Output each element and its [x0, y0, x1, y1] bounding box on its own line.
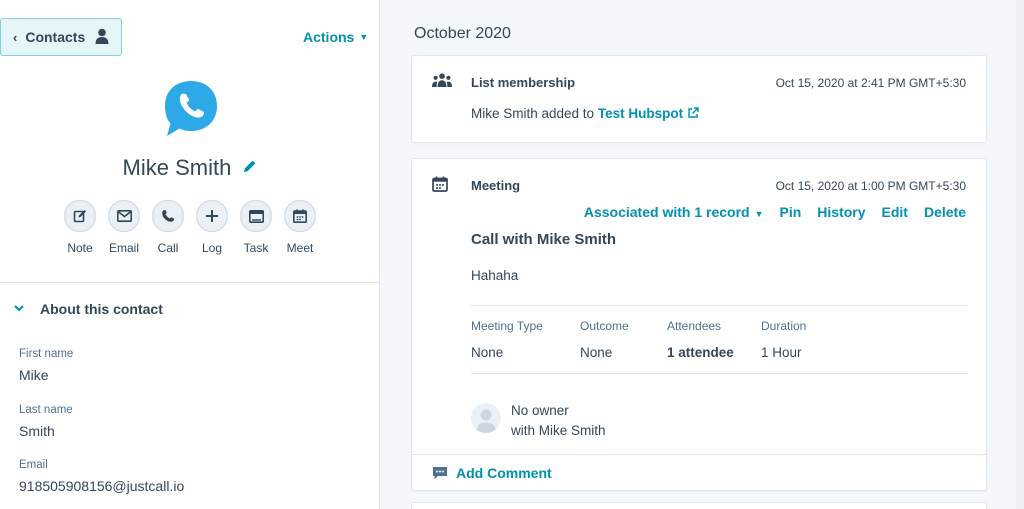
call-label: Call	[157, 241, 179, 255]
task-button[interactable]: Task	[234, 200, 278, 255]
history-button[interactable]: History	[817, 204, 865, 220]
meeting-title: Meeting	[471, 178, 521, 193]
chevron-left-icon: ‹	[13, 29, 18, 45]
task-label: Task	[243, 241, 269, 255]
email-icon	[108, 200, 140, 232]
list-membership-card: List membership Oct 15, 2020 at 2:41 PM …	[411, 55, 987, 143]
meeting-type-value[interactable]: None	[471, 345, 543, 360]
meet-label: Meet	[286, 241, 314, 255]
contact-name-heading: Mike Smith	[0, 153, 380, 181]
caret-down-icon: ▼	[754, 209, 764, 219]
attendees-column: Attendees 1 attendee	[667, 319, 734, 360]
log-button[interactable]: Log	[190, 200, 234, 255]
call-icon	[152, 200, 184, 232]
contact-name: Mike Smith	[122, 155, 232, 180]
duration-header: Duration	[761, 319, 807, 333]
call-button[interactable]: Call	[146, 200, 190, 255]
meeting-actions-row: Associated with 1 record ▼ Pin History Ed…	[584, 204, 966, 220]
section-divider	[0, 282, 380, 283]
duration-value[interactable]: 1 Hour	[761, 345, 806, 360]
email-field[interactable]: Email 918505908156@justcall.io	[19, 459, 184, 494]
phone-bubble-icon	[165, 81, 217, 136]
associated-records-dropdown[interactable]: Associated with 1 record ▼	[584, 204, 764, 220]
caret-down-icon: ▼	[359, 32, 369, 42]
list-membership-title: List membership	[471, 75, 576, 90]
meeting-timestamp: Oct 15, 2020 at 1:00 PM GMT+5:30	[775, 179, 966, 193]
email-button[interactable]: Email	[102, 200, 146, 255]
meeting-divider-top	[471, 305, 968, 306]
person-placeholder-icon	[476, 409, 496, 433]
log-label: Log	[201, 241, 223, 255]
delete-button[interactable]: Delete	[924, 204, 966, 220]
activity-buttons-row: Note Email Call Log Task Meet	[58, 200, 322, 255]
add-comment-label: Add Comment	[456, 464, 552, 481]
meet-icon	[284, 200, 316, 232]
first-name-value[interactable]: Mike	[19, 367, 73, 383]
owner-info: No owner with Mike Smith	[511, 401, 606, 441]
list-membership-prefix: Mike Smith added to	[471, 106, 595, 121]
contact-sidebar: ‹ Contacts Actions ▼ Mike Smith Note Ema…	[0, 0, 380, 509]
external-link-icon[interactable]	[687, 106, 699, 121]
edit-pencil-icon[interactable]	[243, 153, 257, 179]
log-icon	[196, 200, 228, 232]
meet-button[interactable]: Meet	[278, 200, 322, 255]
attendees-header: Attendees	[667, 319, 722, 333]
email-field-value[interactable]: 918505908156@justcall.io	[19, 478, 184, 494]
about-section-title: About this contact	[40, 301, 163, 317]
pin-button[interactable]: Pin	[780, 204, 802, 220]
owner-name[interactable]: No owner	[511, 401, 606, 421]
meeting-type-header: Meeting Type	[471, 319, 543, 333]
attendees-link[interactable]: 1 attendee	[667, 345, 734, 360]
owner-with: with Mike Smith	[511, 423, 606, 438]
task-icon	[240, 200, 272, 232]
duration-column: Duration 1 Hour	[761, 319, 806, 360]
timeline-month-heading: October 2020	[414, 25, 511, 42]
note-icon	[64, 200, 96, 232]
actions-label: Actions	[303, 29, 355, 45]
back-to-contacts-button[interactable]: ‹ Contacts	[0, 18, 122, 56]
list-membership-timestamp: Oct 15, 2020 at 2:41 PM GMT+5:30	[775, 76, 966, 90]
note-button[interactable]: Note	[58, 200, 102, 255]
back-button-label: Contacts	[25, 29, 86, 45]
meeting-body: Hahaha	[471, 268, 519, 283]
chevron-down-icon	[14, 303, 24, 315]
calendar-icon	[432, 176, 448, 197]
outcome-column: Outcome None	[580, 319, 629, 360]
meeting-divider-bottom	[471, 373, 968, 374]
contact-avatar	[160, 78, 222, 140]
meeting-type-column: Meeting Type None	[471, 319, 543, 360]
actions-dropdown[interactable]: Actions ▼	[303, 29, 368, 45]
test-hubspot-link[interactable]: Test Hubspot	[598, 106, 683, 121]
comment-icon	[432, 466, 448, 480]
email-label: Email	[108, 241, 139, 255]
list-membership-text: Mike Smith added to Test Hubspot	[471, 106, 699, 121]
person-icon	[95, 28, 109, 47]
associated-records-label: Associated with 1 record	[583, 204, 750, 220]
note-label: Note	[67, 241, 93, 255]
edit-button[interactable]: Edit	[882, 204, 908, 220]
outcome-value[interactable]: None	[580, 345, 629, 360]
people-group-icon	[432, 73, 452, 92]
scrollbar-track[interactable]	[1016, 0, 1024, 509]
meeting-card: Meeting Oct 15, 2020 at 1:00 PM GMT+5:30…	[411, 158, 987, 491]
next-timeline-card	[411, 502, 987, 509]
last-name-field[interactable]: Last name Smith	[19, 404, 73, 439]
last-name-label: Last name	[19, 404, 73, 416]
owner-avatar	[471, 403, 501, 433]
last-name-value[interactable]: Smith	[19, 423, 73, 439]
meeting-subject: Call with Mike Smith	[471, 231, 617, 248]
first-name-field[interactable]: First name Mike	[19, 348, 73, 383]
email-field-label: Email	[19, 459, 48, 471]
outcome-header: Outcome	[580, 319, 629, 333]
about-section-toggle[interactable]: About this contact	[14, 301, 163, 317]
add-comment-button[interactable]: Add Comment	[412, 454, 986, 490]
first-name-label: First name	[19, 348, 74, 360]
